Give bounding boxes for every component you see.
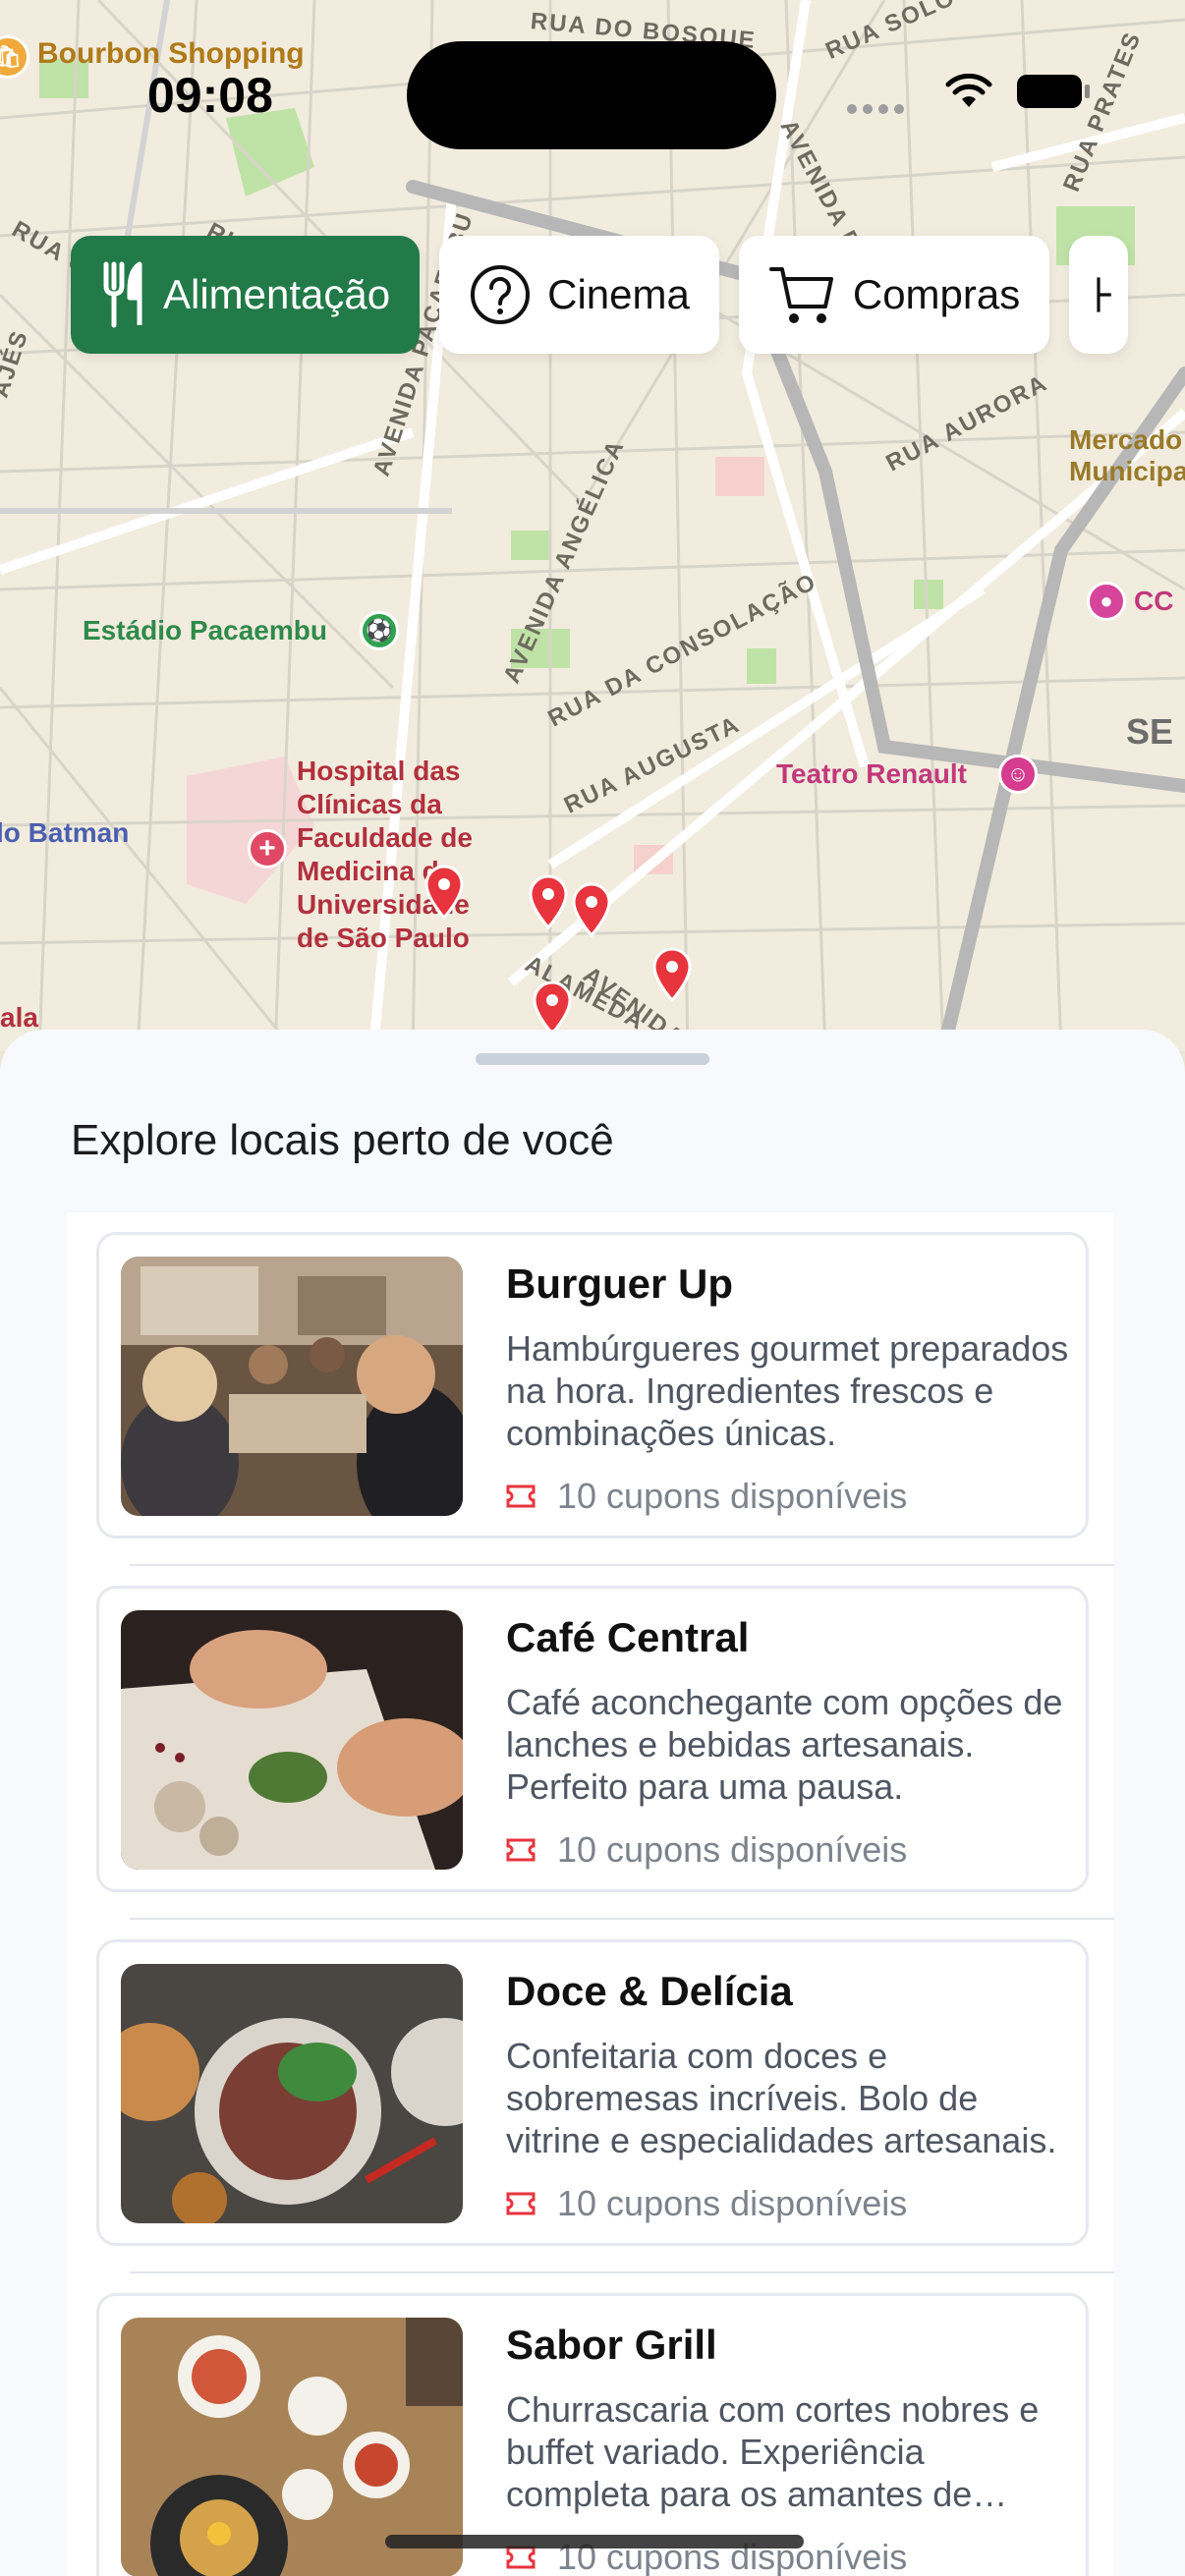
category-chips: Alimentação Cinema Compras	[71, 236, 1129, 354]
ticket-icon	[506, 2546, 536, 2569]
sheet-title: Explore locais perto de você	[71, 1116, 614, 1164]
ticket-icon	[506, 1484, 536, 1508]
coupon-count: 10 cupons disponíveis	[506, 2183, 1076, 2224]
category-more-icon	[1097, 277, 1112, 312]
place-name: Doce & Delícia	[506, 1968, 793, 2014]
status-time: 09:08	[147, 68, 273, 123]
places-list: Burguer Up Hambúrgueres gourmet preparad…	[67, 1212, 1114, 2576]
places-bottom-sheet[interactable]: Explore locais perto de você Burguer Up …	[0, 1030, 1185, 2576]
map-view[interactable]: RUA DO BOSQUE RUA SOLO RUA PRATES AVENID…	[0, 0, 1185, 1051]
category-label: Cinema	[547, 271, 690, 317]
stadium-icon[interactable]: ⚽	[360, 611, 399, 650]
cart-icon	[768, 267, 833, 323]
wifi-icon	[945, 74, 992, 107]
coupon-label: 10 cupons disponíveis	[557, 1476, 908, 1516]
place-card-doce-delicia[interactable]: Doce & Delícia Confeitaria com doces e s…	[96, 1939, 1089, 2246]
place-row: Café Central Café aconchegante com opçõe…	[67, 1566, 1114, 1920]
map-label-batman[interactable]: lo Batman	[0, 817, 129, 849]
place-name: Sabor Grill	[506, 2322, 717, 2368]
category-chip-alimentacao[interactable]: Alimentação	[71, 236, 421, 354]
place-photo	[121, 1610, 463, 1870]
sheet-grabber[interactable]	[476, 1053, 709, 1065]
place-description: Confeitaria com doces e sobremesas incrí…	[506, 2036, 1057, 2160]
ticket-icon	[506, 1838, 536, 1862]
place-photo	[121, 1257, 463, 1516]
map-label-se: SE	[1126, 711, 1174, 752]
category-chip-compras[interactable]: Compras	[738, 236, 1050, 354]
hospital-icon[interactable]: +	[248, 829, 287, 868]
category-chip-more[interactable]	[1069, 236, 1129, 354]
map-label-hospital[interactable]: Hospital das Clínicas da Faculdade de Me…	[297, 755, 473, 955]
category-label: Alimentação	[163, 271, 391, 317]
location-pin-icon[interactable]	[527, 874, 570, 929]
status-icons	[945, 73, 1091, 110]
location-pin-icon[interactable]	[531, 980, 574, 1036]
fork-knife-icon	[103, 261, 142, 328]
place-card-cafe-central[interactable]: Café Central Café aconchegante com opçõe…	[96, 1586, 1089, 1892]
coupon-label: 10 cupons disponíveis	[557, 1829, 908, 1870]
location-pin-icon[interactable]	[423, 865, 466, 920]
place-name: Burguer Up	[506, 1260, 733, 1307]
place-name: Café Central	[506, 1614, 750, 1660]
coupon-count: 10 cupons disponíveis	[506, 1476, 1076, 1517]
place-row: Burguer Up Hambúrgueres gourmet preparad…	[67, 1212, 1114, 1566]
place-card-sabor-grill[interactable]: Sabor Grill Churrascaria com cortes nobr…	[96, 2293, 1089, 2576]
coupon-count: 10 cupons disponíveis	[506, 1829, 1076, 1871]
theater-icon[interactable]: ☺	[998, 755, 1038, 794]
place-info: Burguer Up Hambúrgueres gourmet preparad…	[506, 1260, 1076, 1517]
map-label-ala: ala	[0, 1002, 38, 1033]
map-label-bourbon[interactable]: Bourbon Shopping	[37, 37, 305, 71]
category-label: Compras	[852, 271, 1021, 317]
dynamic-island	[407, 41, 776, 149]
place-photo	[121, 1964, 463, 2223]
location-pin-icon[interactable]	[570, 882, 613, 937]
signal-dots-icon	[847, 104, 904, 114]
coupon-label: 10 cupons disponíveis	[557, 2183, 908, 2223]
place-card-burguer-up[interactable]: Burguer Up Hambúrgueres gourmet preparad…	[96, 1232, 1089, 1539]
location-pin-icon[interactable]	[650, 947, 694, 1002]
place-description: Churrascaria com cortes nobres e buffet …	[506, 2389, 1040, 2514]
ticket-icon	[506, 2192, 536, 2215]
place-description: Café aconchegante com opções de lanches …	[506, 1682, 1063, 1807]
home-indicator[interactable]	[385, 2535, 804, 2548]
map-label-estadio[interactable]: Estádio Pacaembu	[83, 615, 327, 646]
place-description: Hambúrgueres gourmet preparados na hora.…	[506, 1328, 1069, 1453]
map-label-teatro[interactable]: Teatro Renault	[776, 758, 967, 790]
battery-icon	[1017, 75, 1090, 108]
venue-icon[interactable]: ●	[1087, 582, 1126, 621]
place-row: Doce & Delícia Confeitaria com doces e s…	[67, 1920, 1114, 2273]
question-circle-icon	[471, 265, 531, 324]
place-info: Café Central Café aconchegante com opçõe…	[506, 1614, 1076, 1871]
category-chip-cinema[interactable]: Cinema	[439, 236, 719, 354]
map-label-mercado[interactable]: Mercado Municipal	[1069, 424, 1185, 487]
place-row: Sabor Grill Churrascaria com cortes nobr…	[67, 2273, 1114, 2576]
map-label-ccsp[interactable]: CC	[1134, 586, 1173, 617]
place-info: Doce & Delícia Confeitaria com doces e s…	[506, 1968, 1076, 2224]
